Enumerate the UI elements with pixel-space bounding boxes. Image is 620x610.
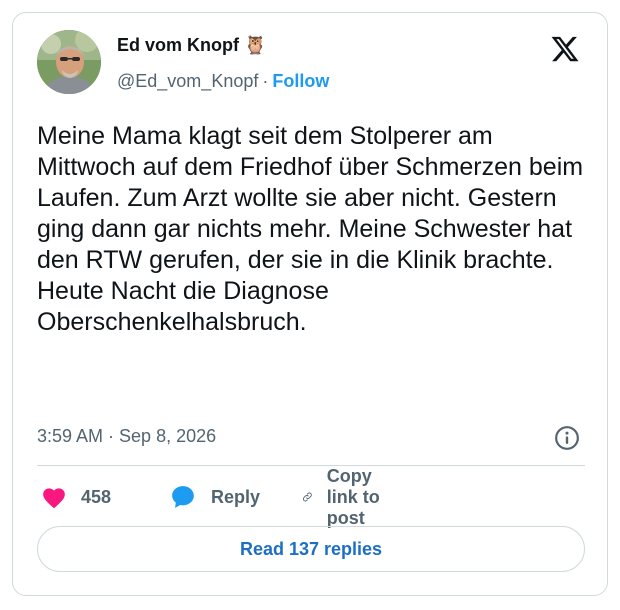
read-replies-button[interactable]: Read 137 replies <box>37 526 585 572</box>
heart-icon <box>43 488 65 509</box>
like-count: 458 <box>81 486 112 507</box>
follow-button[interactable]: Follow <box>272 71 329 91</box>
info-icon[interactable] <box>554 425 580 451</box>
divider <box>37 465 585 466</box>
tweet-text: Meine Mama klagt seit dem Stolperer am M… <box>37 122 584 336</box>
author-name[interactable]: Ed vom Knopf 🦉 <box>117 35 266 56</box>
author-handle-row: @Ed_vom_Knopf · Follow <box>117 71 329 92</box>
tweet-timestamp[interactable]: 3:59 AM · Sep 8, 2026 <box>37 426 216 447</box>
separator-dot: · <box>262 71 269 91</box>
speech-bubble-icon <box>172 486 194 508</box>
avatar-photo-icon <box>37 30 101 94</box>
link-icon <box>302 492 312 502</box>
x-logo-icon[interactable] <box>550 34 580 64</box>
author-handle[interactable]: @Ed_vom_Knopf <box>117 71 258 91</box>
like-button[interactable]: 458 <box>41 481 111 513</box>
reply-label: Reply <box>211 486 261 507</box>
copy-link-label: Copy link to post <box>326 465 380 528</box>
reply-button[interactable]: Reply <box>169 481 260 513</box>
copy-link-button[interactable]: Copy link to post <box>302 466 387 528</box>
avatar[interactable] <box>37 30 101 94</box>
tweet-card: Ed vom Knopf 🦉 @Ed_vom_Knopf · Follow Mein… <box>12 12 608 596</box>
